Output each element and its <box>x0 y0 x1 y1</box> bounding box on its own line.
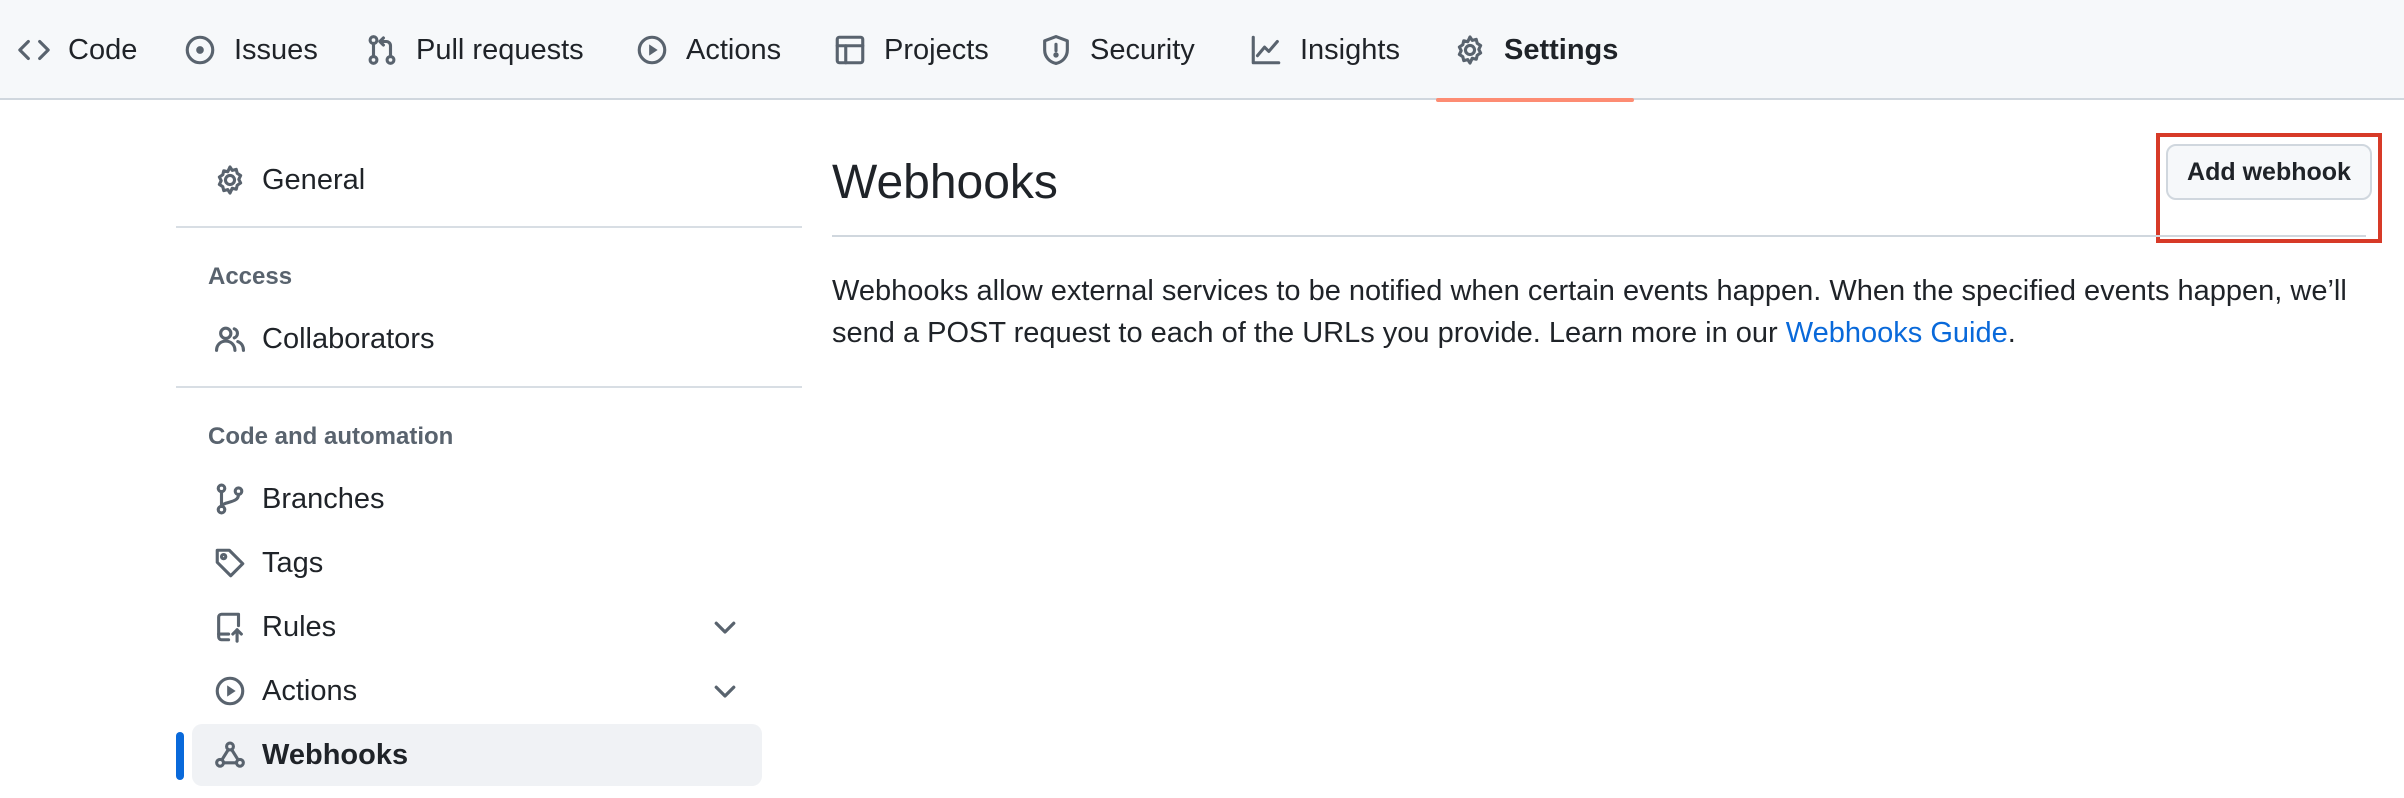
sidebar-heading-access: Access <box>208 263 293 290</box>
play-icon <box>634 32 670 68</box>
graph-icon <box>1248 32 1284 68</box>
sidebar-item-collaborators[interactable]: Collaborators <box>192 308 762 370</box>
sidebar-item-branches[interactable]: Branches <box>192 468 762 530</box>
gear-icon <box>1452 32 1488 68</box>
chevron-down-icon[interactable] <box>710 676 740 706</box>
tab-code[interactable]: Code <box>16 0 137 100</box>
git-pull-request-icon <box>364 32 400 68</box>
tab-label: Security <box>1090 33 1195 66</box>
description-end: . <box>2007 317 2016 349</box>
tab-insights[interactable]: Insights <box>1248 0 1400 100</box>
sidebar-item-webhooks[interactable]: Webhooks <box>192 724 762 786</box>
tab-pull-requests[interactable]: Pull requests <box>364 0 584 100</box>
tab-issues[interactable]: Issues <box>182 0 318 100</box>
repo-push-icon <box>212 609 248 645</box>
sidebar-item-rules[interactable]: Rules <box>192 596 762 658</box>
tag-icon <box>212 545 248 581</box>
shield-icon <box>1038 32 1074 68</box>
chevron-down-icon[interactable] <box>710 612 740 642</box>
sidebar-item-label: Tags <box>262 546 324 579</box>
people-icon <box>212 321 248 357</box>
sidebar-item-tags[interactable]: Tags <box>192 532 762 594</box>
tab-actions[interactable]: Actions <box>634 0 781 100</box>
sidebar-item-label: Rules <box>262 610 337 643</box>
issue-opened-icon <box>182 32 218 68</box>
tab-label: Actions <box>686 33 782 66</box>
sidebar-item-label: Branches <box>262 482 385 515</box>
repo-nav: Code Issues Pull requests Actions Projec… <box>0 0 2404 102</box>
title-divider <box>832 235 2366 237</box>
sidebar-item-label: Webhooks <box>262 738 409 771</box>
sidebar-active-indicator <box>176 732 184 780</box>
git-branch-icon <box>212 481 248 517</box>
sidebar-item-label: Collaborators <box>262 322 435 355</box>
sidebar-item-label: General <box>262 163 366 196</box>
page-title: Webhooks <box>832 156 1058 209</box>
code-icon <box>16 32 52 68</box>
tab-label: Settings <box>1504 33 1619 66</box>
webhooks-guide-link[interactable]: Webhooks Guide <box>1786 317 2008 349</box>
add-webhook-button[interactable]: Add webhook <box>2166 144 2372 200</box>
sidebar-divider <box>176 386 802 388</box>
webhook-icon <box>212 737 248 773</box>
tab-settings[interactable]: Settings <box>1435 0 1635 102</box>
play-icon <box>212 673 248 709</box>
sidebar-divider <box>176 226 802 228</box>
sidebar-heading-code-and-automation: Code and automation <box>208 423 454 450</box>
gear-icon <box>212 162 248 198</box>
webhooks-description: Webhooks allow external services to be n… <box>832 270 2366 354</box>
tab-label: Pull requests <box>416 33 584 66</box>
table-icon <box>832 32 868 68</box>
tab-label: Code <box>68 33 138 66</box>
tab-projects[interactable]: Projects <box>832 0 989 100</box>
sidebar-item-general[interactable]: General <box>192 149 762 211</box>
tab-security[interactable]: Security <box>1038 0 1195 100</box>
tab-label: Insights <box>1300 33 1400 66</box>
sidebar-item-label: Actions <box>262 674 358 707</box>
description-text: Webhooks allow external services to be n… <box>832 275 2347 349</box>
tab-label: Projects <box>884 33 989 66</box>
tab-label: Issues <box>234 33 318 66</box>
sidebar-item-actions[interactable]: Actions <box>192 660 762 722</box>
